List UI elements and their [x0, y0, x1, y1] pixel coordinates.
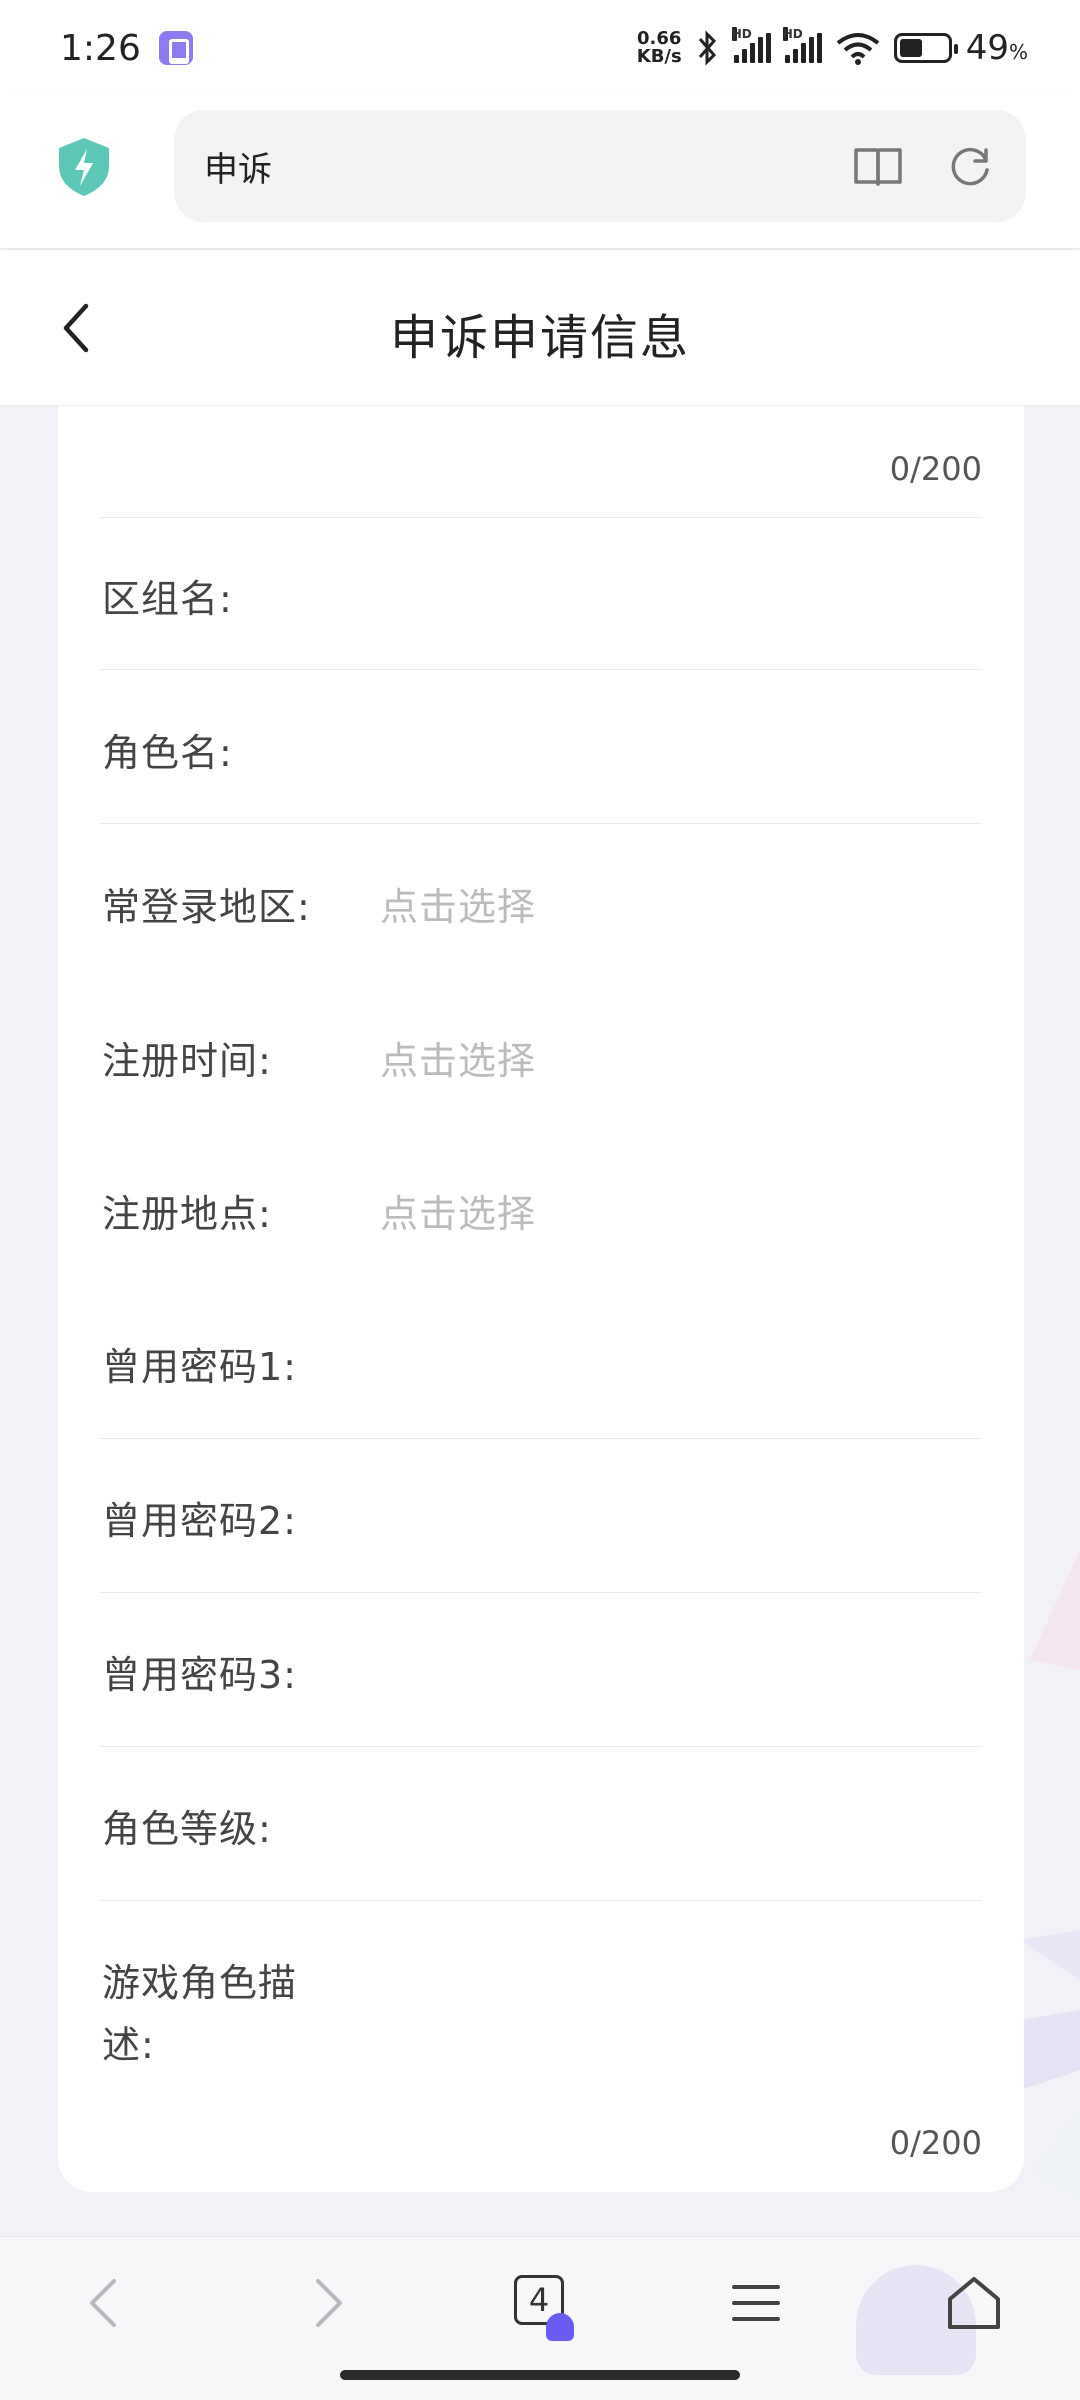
field-label: 区组名:	[102, 577, 233, 621]
arrow-right-icon[interactable]	[294, 2271, 358, 2335]
network-speed: 0.66 KB/s	[637, 30, 682, 66]
divider	[100, 1746, 982, 1747]
menu-icon[interactable]	[724, 2271, 788, 2335]
home-icon[interactable]	[942, 2271, 1006, 2335]
refresh-icon[interactable]	[942, 138, 998, 194]
char-counter-bottom: 0/200	[889, 2124, 982, 2162]
divider	[100, 1592, 982, 1593]
notification-app-icon	[158, 31, 193, 65]
divider	[100, 823, 982, 824]
page-header: 申诉申请信息	[0, 250, 1080, 406]
browser-toolbar: 申诉	[0, 96, 1080, 248]
field-label-line1: 游戏角色描	[102, 1961, 298, 2005]
address-text[interactable]: 申诉	[204, 142, 814, 191]
bluetooth-icon	[698, 30, 716, 66]
field-label: 角色等级:	[102, 1807, 272, 1851]
shield-bolt-icon[interactable]	[56, 136, 112, 198]
field-label: 注册地点:	[102, 1192, 272, 1236]
field-label: 注册时间:	[102, 1039, 272, 1083]
status-indicators: 0.66 KB/s HD HD 49%	[637, 27, 1028, 68]
field-label-line2: 述:	[102, 2023, 155, 2067]
signal-sim1-icon: HD	[731, 27, 771, 63]
register-time-selector[interactable]: 点击选择	[380, 1030, 536, 1085]
network-speed-unit: KB/s	[636, 46, 682, 67]
status-time: 1:26	[60, 27, 141, 69]
sim2-hd-label: HD	[782, 27, 803, 41]
signal-sim2-icon: HD	[782, 27, 822, 63]
ghost-badge-icon	[546, 2313, 574, 2341]
divider	[100, 1438, 982, 1439]
battery-value: 49	[965, 28, 1009, 68]
divider	[100, 517, 982, 518]
field-label: 曾用密码2:	[102, 1499, 297, 1543]
divider	[100, 1900, 982, 1901]
wifi-icon	[836, 33, 879, 65]
field-label: 常登录地区:	[102, 885, 311, 929]
divider	[100, 669, 982, 670]
char-counter-top: 0/200	[889, 450, 982, 488]
status-bar: 1:26 0.66 KB/s HD HD 49%	[0, 0, 1080, 96]
page-title: 申诉申请信息	[389, 310, 690, 366]
field-label: 角色名:	[102, 731, 233, 775]
register-location-selector[interactable]: 点击选择	[380, 1183, 536, 1238]
arrow-left-icon[interactable]	[74, 2271, 138, 2335]
appeal-form-card: 0/200 区组名: 角色名: 常登录地区: 点击选择 注册时间: 点击选择 注…	[58, 406, 1024, 2192]
field-label: 曾用密码1:	[102, 1345, 297, 1389]
battery-icon	[893, 33, 958, 63]
battery-unit: %	[1008, 40, 1028, 64]
battery-percentage: 49%	[966, 28, 1028, 68]
address-bar[interactable]: 申诉	[174, 110, 1026, 222]
sim1-hd-label: HD	[731, 27, 752, 41]
home-indicator-bar[interactable]	[340, 2370, 740, 2380]
field-label: 曾用密码3:	[102, 1653, 297, 1697]
login-region-selector[interactable]: 点击选择	[380, 876, 536, 931]
book-icon[interactable]	[850, 138, 906, 194]
